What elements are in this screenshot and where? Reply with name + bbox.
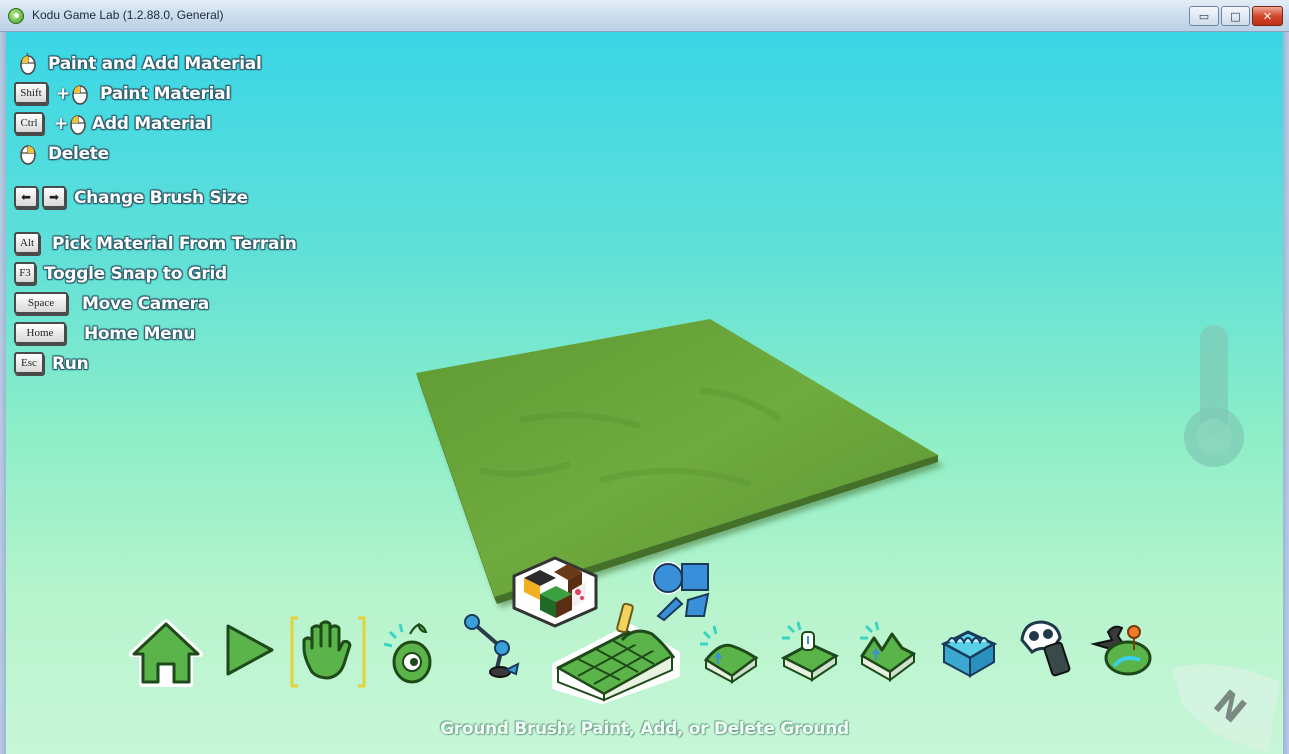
budget-thermometer-icon	[1184, 325, 1244, 467]
help-delete-label: Delete	[48, 144, 109, 164]
ground-brush-icon[interactable]	[548, 596, 688, 704]
plus-sign: +	[56, 84, 71, 104]
help-snap-label: Toggle Snap to Grid	[44, 264, 227, 284]
f3-key-icon: F3	[14, 262, 36, 284]
right-arrow-key-icon: ➡	[42, 186, 66, 208]
status-text: Ground Brush: Paint, Add, or Delete Grou…	[440, 719, 849, 739]
help-paint-add-label: Paint and Add Material	[48, 54, 262, 74]
home-key-icon: Home	[14, 322, 66, 344]
plus-sign: +	[54, 114, 69, 134]
esc-key-icon: Esc	[14, 352, 44, 374]
world-settings-icon[interactable]	[1090, 620, 1156, 684]
left-arrow-key-icon: ⬅	[14, 186, 38, 208]
object-tool-icon[interactable]	[380, 620, 442, 686]
roughen-icon[interactable]	[856, 620, 920, 682]
help-add-label: Add Material	[92, 114, 212, 134]
home-icon[interactable]	[128, 618, 204, 688]
left-mouse-icon	[70, 115, 86, 135]
help-brush-size-label: Change Brush Size	[74, 188, 248, 208]
help-home-label: Home Menu	[84, 324, 196, 344]
right-mouse-icon	[20, 145, 36, 165]
help-pick-label: Pick Material From Terrain	[52, 234, 297, 254]
help-run-label: Run	[52, 354, 89, 374]
ctrl-key-icon: Ctrl	[14, 112, 44, 134]
help-camera-label: Move Camera	[82, 294, 209, 314]
left-mouse-icon	[72, 85, 88, 105]
play-icon[interactable]	[222, 620, 278, 680]
space-key-icon: Space	[14, 292, 68, 314]
alt-key-icon: Alt	[14, 232, 40, 254]
water-icon[interactable]	[938, 620, 1000, 680]
smooth-icon[interactable]	[778, 620, 842, 682]
left-mouse-icon	[20, 53, 36, 75]
shift-key-icon: Shift	[14, 82, 48, 104]
eraser-icon[interactable]	[1014, 616, 1078, 680]
hill-up-icon[interactable]	[698, 624, 762, 684]
kodu-window: Kodu Game Lab (1.2.88.0, General) ▭ □ ✕ …	[0, 0, 1289, 754]
compass-icon: N	[1172, 664, 1280, 752]
hand-icon[interactable]	[290, 614, 366, 690]
help-paint-label: Paint Material	[100, 84, 231, 104]
